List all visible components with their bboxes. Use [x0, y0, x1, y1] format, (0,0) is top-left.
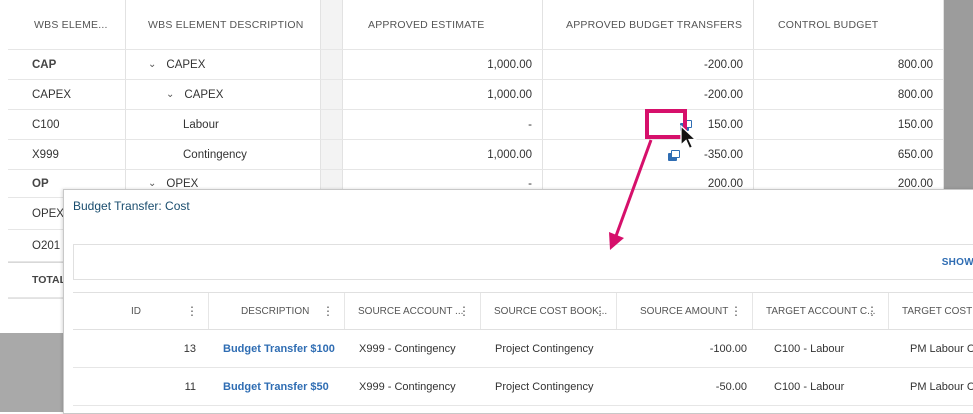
column-header-target-account[interactable]: TARGET ACCOUNT C... ⋮ [753, 293, 889, 329]
target-account: C100 - Labour [774, 380, 845, 393]
approved-estimate: 1,000.00 [487, 88, 532, 101]
wbs-description: Contingency [183, 148, 247, 161]
approved-estimate: - [528, 118, 532, 131]
column-menu-icon[interactable]: ⋮ [866, 305, 878, 317]
column-header-wbs-description[interactable]: WBS ELEMENT DESCRIPTION [126, 0, 320, 49]
column-header-description[interactable]: DESCRIPTION ⋮ [209, 293, 345, 329]
table-row[interactable]: 11 Budget Transfer $50 X999 - Contingenc… [73, 368, 973, 406]
column-header-label: ID [131, 305, 141, 317]
show-button[interactable]: SHOW [942, 245, 973, 279]
column-header-source-account[interactable]: SOURCE ACCOUNT ... ⋮ [345, 293, 481, 329]
source-amount: -50.00 [715, 380, 747, 393]
mouse-pointer-icon [680, 125, 698, 150]
background-gray-area-bottom [0, 333, 63, 412]
source-account: X999 - Contingency [359, 380, 456, 393]
approved-estimate: 1,000.00 [487, 148, 532, 161]
column-header-target-cost-book[interactable]: TARGET COST BO [889, 293, 973, 329]
control-budget: 800.00 [897, 88, 933, 101]
target-cost-book: PM Labour Co [910, 342, 973, 355]
source-amount: -100.00 [709, 342, 747, 355]
column-header-source-amount[interactable]: SOURCE AMOUNT ⋮ [617, 293, 753, 329]
transfer-id: 11 [184, 380, 196, 393]
column-menu-icon[interactable]: ⋮ [186, 305, 198, 317]
column-menu-icon[interactable]: ⋮ [322, 305, 334, 317]
approved-budget-transfers: -350.00 [703, 148, 743, 161]
column-header-label: DESCRIPTION [241, 305, 310, 317]
approved-budget-transfers: 150.00 [707, 118, 743, 131]
table-row[interactable]: X999 Contingency 1,000.00 -350.00 650.00 [8, 140, 943, 170]
chevron-down-icon[interactable]: ⌄ [148, 59, 156, 70]
table-row[interactable]: CAP ⌄ CAPEX 1,000.00 -200.00 800.00 [8, 50, 943, 80]
chevron-down-icon[interactable]: ⌄ [166, 89, 174, 100]
column-header-approved-estimate[interactable]: APPROVED ESTIMATE [344, 0, 542, 49]
wbs-description: CAPEX [184, 88, 224, 101]
budget-transfer-icon[interactable] [667, 149, 680, 161]
table-row[interactable]: CAPEX ⌄ CAPEX 1,000.00 -200.00 800.00 [8, 80, 943, 110]
dialog-toolbar: SHOW [73, 244, 973, 280]
table-row[interactable]: 13 Budget Transfer $100 X999 - Contingen… [73, 330, 973, 368]
wbs-description: OPEX [166, 177, 199, 190]
wbs-description: CAPEX [166, 58, 206, 71]
grid-header-row: WBS ELEME... WBS ELEMENT DESCRIPTION APP… [8, 0, 943, 50]
wbs-code: CAP [32, 58, 57, 71]
approved-budget-transfers: -200.00 [703, 88, 743, 101]
dialog-title: Budget Transfer: Cost [73, 199, 190, 213]
wbs-code: C100 [32, 118, 60, 131]
approved-budget-transfers: -200.00 [703, 58, 743, 71]
grid-header-row: ID ⋮ DESCRIPTION ⋮ SOURCE ACCOUNT ... ⋮ … [73, 292, 973, 330]
wbs-code: X999 [32, 148, 59, 161]
approved-budget-transfers-cell: -350.00 [543, 140, 753, 169]
target-cost-book: PM Labour Co [910, 380, 973, 393]
transfer-description-link[interactable]: Budget Transfer $100 [209, 330, 345, 367]
column-menu-icon[interactable]: ⋮ [730, 305, 742, 317]
wbs-description-cell: ⌄ CAPEX [126, 80, 320, 109]
column-header-label: TARGET COST BO [902, 305, 973, 317]
column-menu-icon[interactable]: ⋮ [594, 305, 606, 317]
column-header-label: TARGET ACCOUNT C... [766, 305, 876, 317]
transfer-description-link[interactable]: Budget Transfer $50 [209, 368, 345, 405]
background-gray-area [943, 0, 973, 195]
table-row[interactable]: C100 Labour - 150.00 150.00 [8, 110, 943, 140]
transfer-id: 13 [183, 342, 196, 355]
wbs-code: CAPEX [32, 88, 71, 101]
column-header-approved-budget-transfers[interactable]: APPROVED BUDGET TRANSFERS [543, 0, 753, 49]
wbs-description-cell: ⌄ CAPEX [126, 50, 320, 79]
column-header-wbs-element[interactable]: WBS ELEME... [8, 0, 125, 49]
source-cost-book: Project Contingency [495, 342, 594, 355]
control-budget: 150.00 [897, 118, 933, 131]
budget-transfer-dialog: Budget Transfer: Cost SHOW ID ⋮ DESCRIPT… [63, 189, 973, 414]
column-header-source-cost-book[interactable]: SOURCE COST BOOK... ⋮ [481, 293, 617, 329]
column-header-control-budget[interactable]: CONTROL BUDGET [754, 0, 943, 49]
source-cost-book: Project Contingency [495, 380, 594, 393]
column-header-label: SOURCE AMOUNT [640, 305, 729, 317]
target-account: C100 - Labour [774, 342, 845, 355]
column-header-id[interactable]: ID ⋮ [73, 293, 209, 329]
column-header-label: SOURCE COST BOOK... [494, 305, 608, 317]
approved-estimate: 1,000.00 [487, 58, 532, 71]
wbs-description: Labour [183, 118, 219, 131]
chevron-down-icon[interactable]: ⌄ [148, 178, 156, 189]
control-budget: 650.00 [897, 148, 933, 161]
source-account: X999 - Contingency [359, 342, 456, 355]
column-header-label: SOURCE ACCOUNT ... [358, 305, 464, 317]
column-menu-icon[interactable]: ⋮ [458, 305, 470, 317]
control-budget: 800.00 [897, 58, 933, 71]
